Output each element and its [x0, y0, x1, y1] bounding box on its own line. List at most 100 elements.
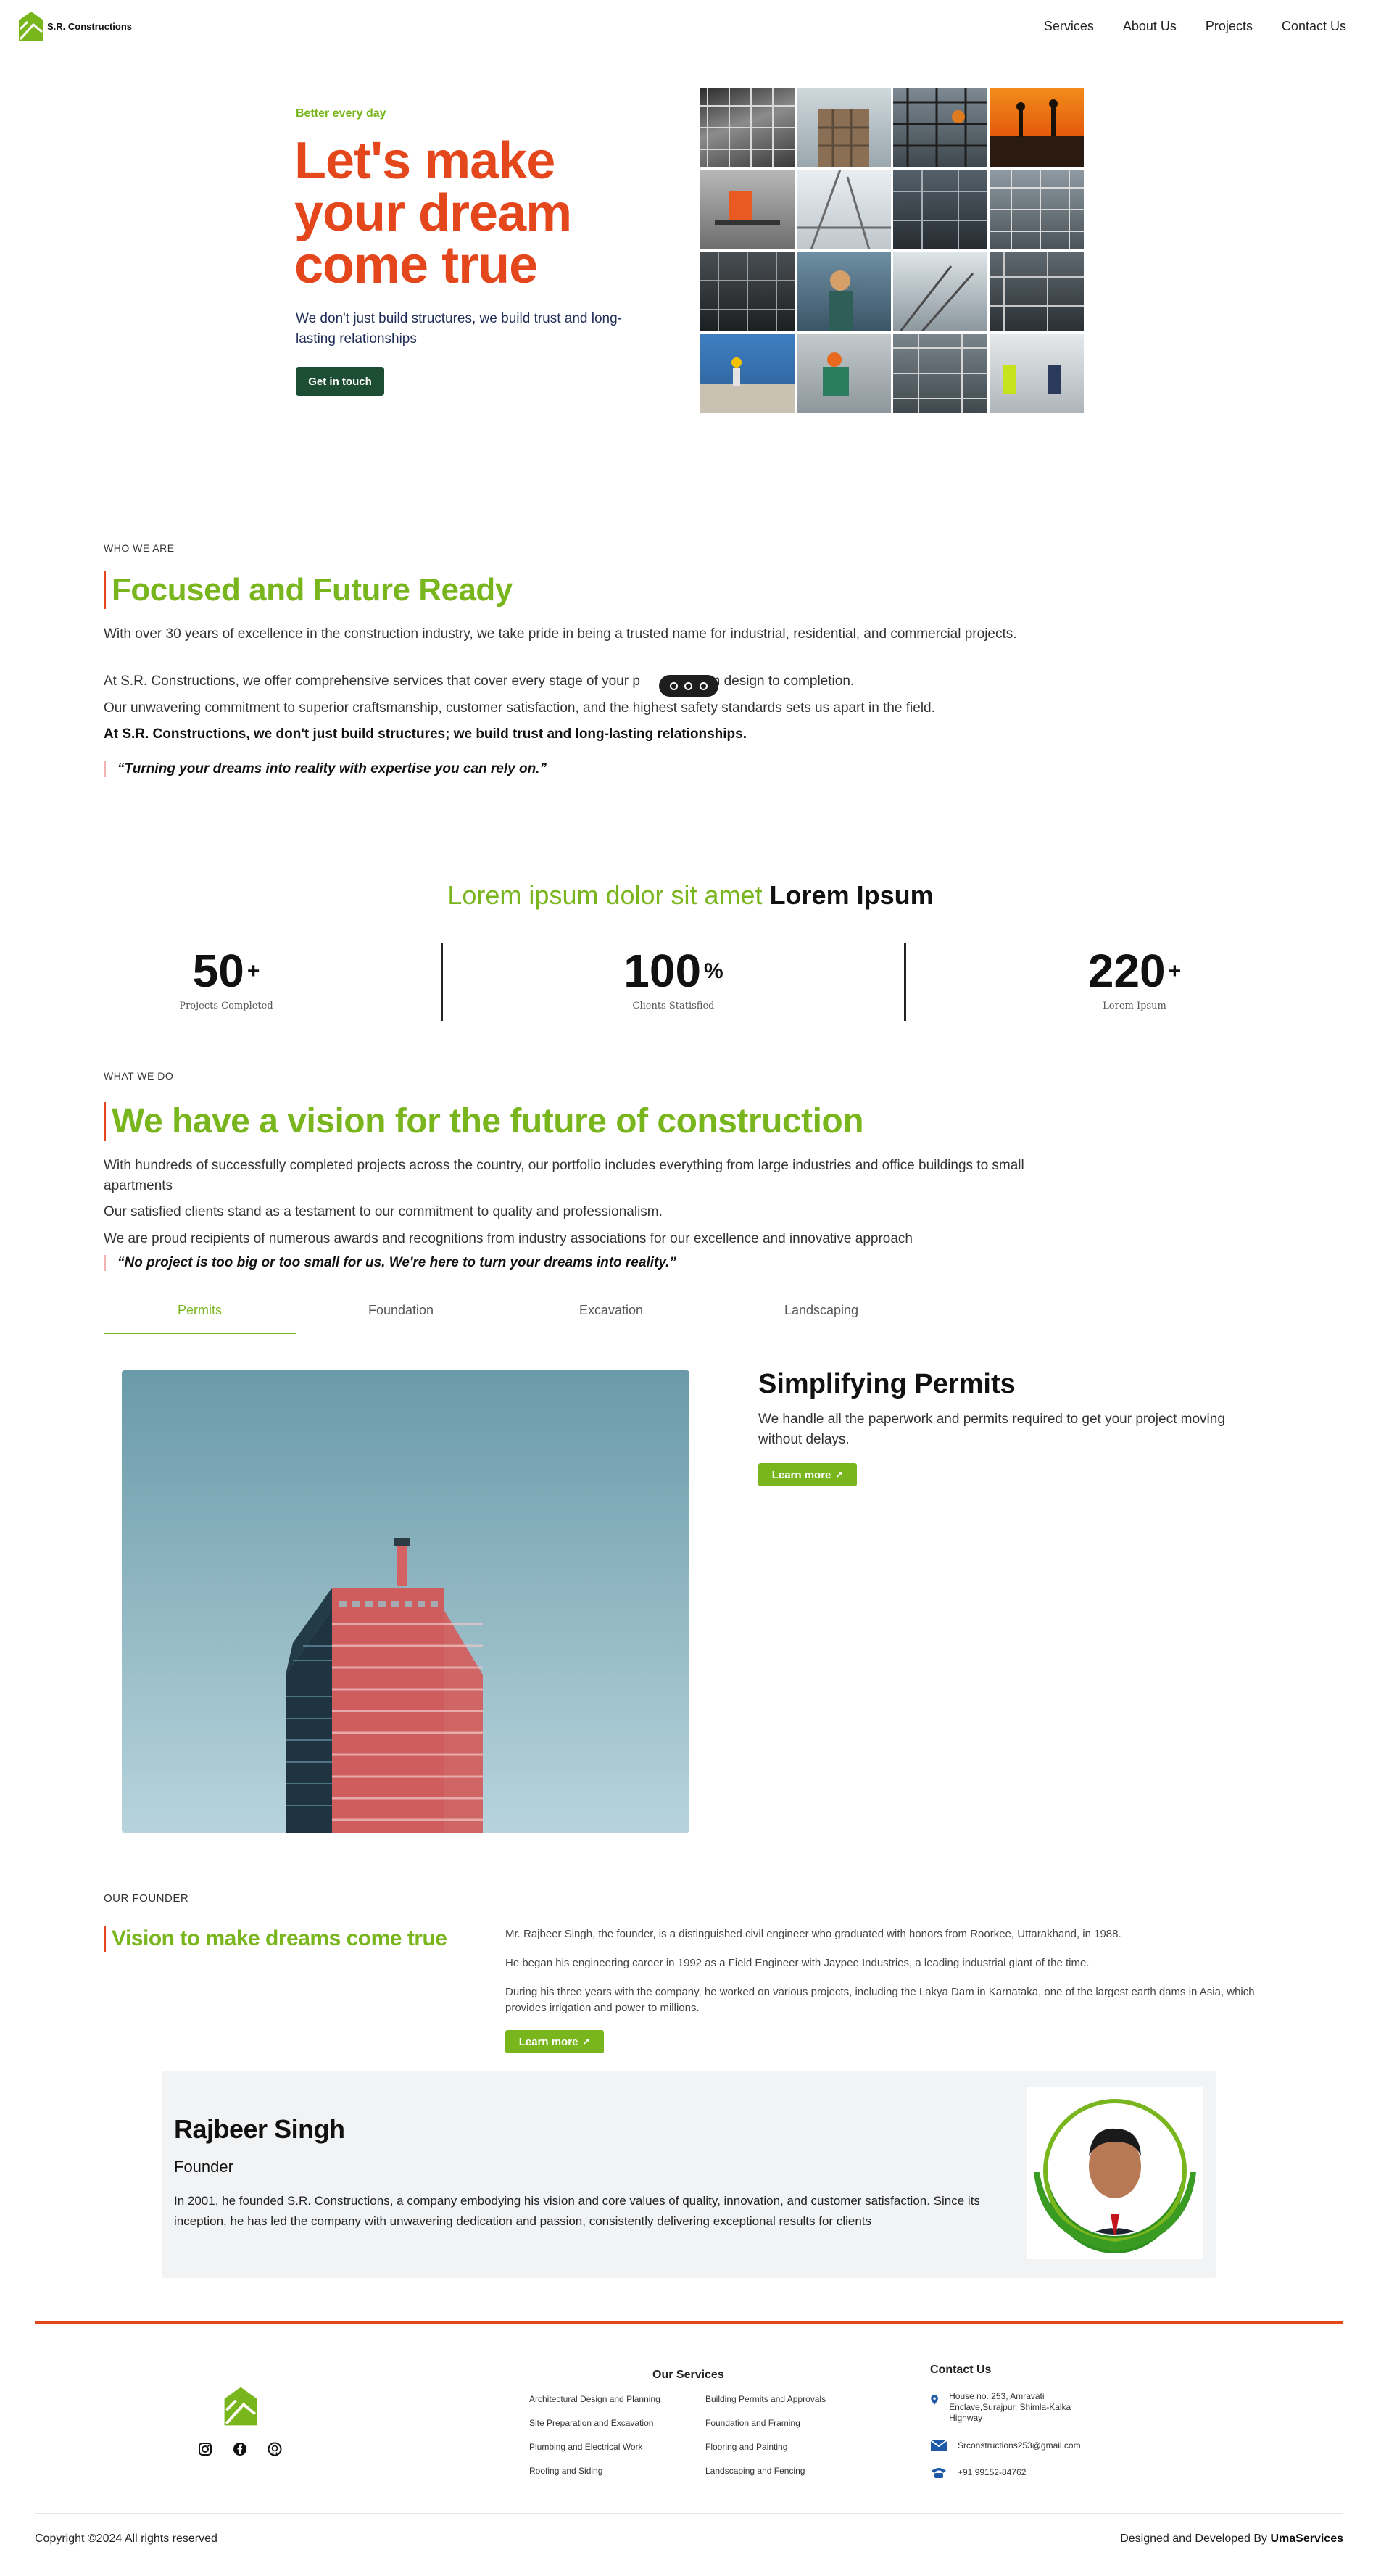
panel-description: We handle all the paperwork and permits … — [758, 1412, 1225, 1447]
github-icon[interactable] — [268, 2442, 282, 2456]
comment-icon[interactable] — [669, 682, 678, 690]
founder-paragraph-1: Mr. Rajbeer Singh, the founder, is a dis… — [505, 1928, 1121, 1940]
vision-eyebrow: WHAT WE DO — [104, 1070, 174, 1082]
hero-eyebrow: Better every day — [296, 107, 386, 120]
house-logo-icon — [224, 2387, 257, 2426]
footer-logo[interactable] — [222, 2385, 260, 2431]
location-pin-icon — [931, 2395, 938, 2405]
about-paragraph-3: Our unwavering commitment to superior cr… — [104, 700, 935, 716]
nav-projects[interactable]: Projects — [1206, 19, 1253, 34]
founder-portrait — [1027, 2087, 1203, 2259]
construction-photo — [700, 252, 795, 331]
footer-phone[interactable]: +91 99152-84762 — [930, 2465, 1026, 2480]
stats-heading: Lorem ipsum dolor sit amet Lorem Ipsum — [447, 880, 934, 910]
footer-contact-heading: Contact Us — [930, 2364, 992, 2376]
footer-service-link[interactable]: Plumbing and Electrical Work — [529, 2442, 660, 2452]
stat-projects: 50 + Projects Completed — [179, 945, 273, 1011]
footer-divider — [35, 2321, 1343, 2324]
about-title: Focused and Future Ready — [104, 571, 513, 609]
footer-services-col-2: Building Permits and Approvals Foundatio… — [705, 2394, 826, 2476]
vision-paragraph-3: We are proud recipients of numerous awar… — [104, 1231, 913, 1246]
construction-photo — [797, 170, 891, 249]
hero-subtitle: We don't just build structures, we build… — [296, 311, 623, 347]
tab-excavation[interactable]: Excavation — [506, 1303, 716, 1334]
construction-photo — [797, 252, 891, 331]
construction-photo — [990, 334, 1084, 413]
floating-toolbar[interactable] — [659, 675, 718, 697]
house-logo-icon — [19, 12, 43, 41]
footer-service-link[interactable]: Foundation and Framing — [705, 2418, 826, 2428]
tab-permits[interactable]: Permits — [104, 1303, 296, 1334]
arrow-up-right-icon: ↗ — [582, 2036, 591, 2047]
about-paragraph-2: At S.R. Constructions, we offer comprehe… — [104, 674, 855, 689]
footer-service-link[interactable]: Architectural Design and Planning — [529, 2394, 660, 2404]
credit-text: Designed and Developed By UmaServices — [1120, 2532, 1343, 2545]
services-tabs: Permits Foundation Excavation Landscapin… — [104, 1303, 926, 1334]
copyright-text: Copyright ©2024 All rights reserved — [35, 2532, 217, 2545]
building-image — [122, 1370, 689, 1833]
construction-photo — [797, 88, 891, 167]
footer-service-link[interactable]: Building Permits and Approvals — [705, 2394, 826, 2404]
menu-icon[interactable] — [700, 682, 708, 690]
footer-service-link[interactable]: Landscaping and Fencing — [705, 2466, 826, 2476]
credit-link[interactable]: UmaServices — [1270, 2532, 1343, 2545]
founder-learn-more-button[interactable]: Learn more ↗ — [505, 2030, 604, 2053]
vision-paragraph-1: With hundreds of successfully completed … — [104, 1158, 1024, 1193]
tab-landscaping[interactable]: Landscaping — [716, 1303, 926, 1334]
construction-photo — [700, 170, 795, 249]
construction-photo — [700, 88, 795, 167]
instagram-icon[interactable] — [198, 2442, 212, 2456]
brand-logo[interactable]: S.R. Constructions — [17, 10, 132, 42]
tab-foundation[interactable]: Foundation — [296, 1303, 506, 1334]
founder-name: Rajbeer Singh — [174, 2114, 345, 2144]
founder-eyebrow: OUR FOUNDER — [104, 1892, 189, 1905]
hero-title: Let's make your dream come true — [294, 132, 572, 294]
stat-lorem: 220 + Lorem Ipsum — [1087, 945, 1182, 1011]
construction-photo — [797, 334, 891, 413]
construction-photo — [893, 170, 987, 249]
get-in-touch-button[interactable]: Get in touch — [296, 367, 384, 396]
vision-title: We have a vision for the future of const… — [104, 1102, 864, 1141]
vision-quote: “No project is too big or too small for … — [104, 1255, 676, 1271]
stat-divider — [904, 943, 906, 1021]
nav-contact-us[interactable]: Contact Us — [1282, 19, 1346, 34]
mail-icon — [930, 2440, 947, 2451]
footer-address: House no. 253, Amravati Enclave,Surajpur… — [930, 2391, 1104, 2424]
permits-learn-more-button[interactable]: Learn more ↗ — [758, 1463, 857, 1486]
footer-services-heading: Our Services — [652, 2369, 724, 2381]
construction-photo — [700, 334, 795, 413]
construction-photo — [893, 334, 987, 413]
arrow-up-right-icon: ↗ — [835, 1469, 844, 1480]
construction-photo — [990, 170, 1084, 249]
construction-photo — [893, 88, 987, 167]
construction-photo — [893, 252, 987, 331]
founder-title: Vision to make dreams come true — [104, 1926, 447, 1952]
footer-service-link[interactable]: Site Preparation and Excavation — [529, 2418, 660, 2428]
nav-about-us[interactable]: About Us — [1123, 19, 1177, 34]
footer-service-link[interactable]: Roofing and Siding — [529, 2466, 660, 2476]
hero-photo-grid — [700, 88, 1084, 413]
social-links — [198, 2442, 282, 2456]
about-eyebrow: WHO WE ARE — [104, 542, 175, 554]
facebook-icon[interactable] — [233, 2442, 247, 2456]
footer-services-col-1: Architectural Design and Planning Site P… — [529, 2394, 660, 2476]
main-nav: Services About Us Projects Contact Us — [1044, 19, 1346, 34]
about-paragraph-4: At S.R. Constructions, we don't just bui… — [104, 726, 747, 742]
footer-bottom-divider — [35, 2513, 1343, 2514]
founder-bio: In 2001, he founded S.R. Constructions, … — [174, 2194, 980, 2228]
construction-photo — [990, 252, 1084, 331]
about-paragraph-1: With over 30 years of excellence in the … — [104, 626, 1017, 642]
founder-paragraph-2: He began his engineering career in 1992 … — [505, 1957, 1090, 1969]
footer-service-link[interactable]: Flooring and Painting — [705, 2442, 826, 2452]
link-icon[interactable] — [684, 682, 693, 690]
brand-name: S.R. Constructions — [47, 20, 133, 32]
construction-photo — [990, 88, 1084, 167]
about-quote: “Turning your dreams into reality with e… — [104, 761, 547, 777]
founder-paragraph-3: During his three years with the company,… — [505, 1986, 1255, 2014]
nav-services[interactable]: Services — [1044, 19, 1094, 34]
footer-email[interactable]: Srconstructions253@gmail.com — [930, 2439, 1081, 2452]
stat-divider — [441, 943, 443, 1021]
phone-icon — [932, 2468, 946, 2478]
stat-clients: 100% Clients Statisfied — [623, 945, 723, 1011]
founder-role: Founder — [174, 2158, 233, 2176]
